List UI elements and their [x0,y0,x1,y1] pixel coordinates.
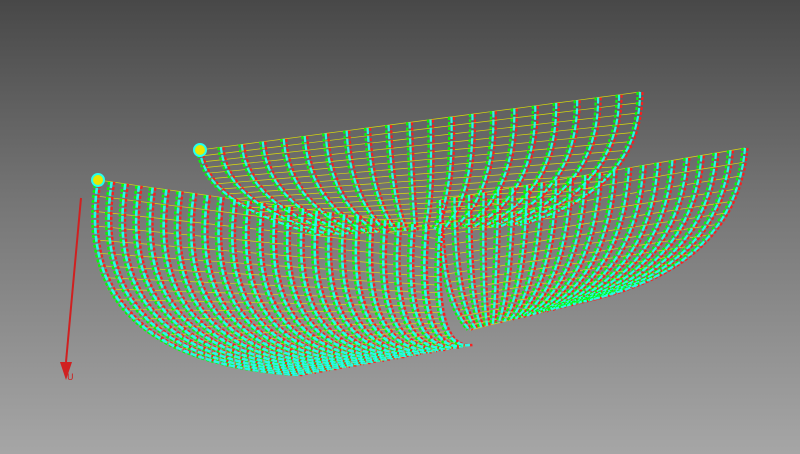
bow-cap-marker [193,143,207,157]
bow-cap-marker [91,173,105,187]
3d-viewport[interactable]: U [0,0,800,454]
near-stringer-line [134,317,443,320]
u-axis-label: U [67,373,74,383]
near-stringer-line [98,252,439,278]
u-axis [60,197,82,380]
u-axis-line [65,197,82,363]
hull-wireframe-scene [60,91,749,380]
